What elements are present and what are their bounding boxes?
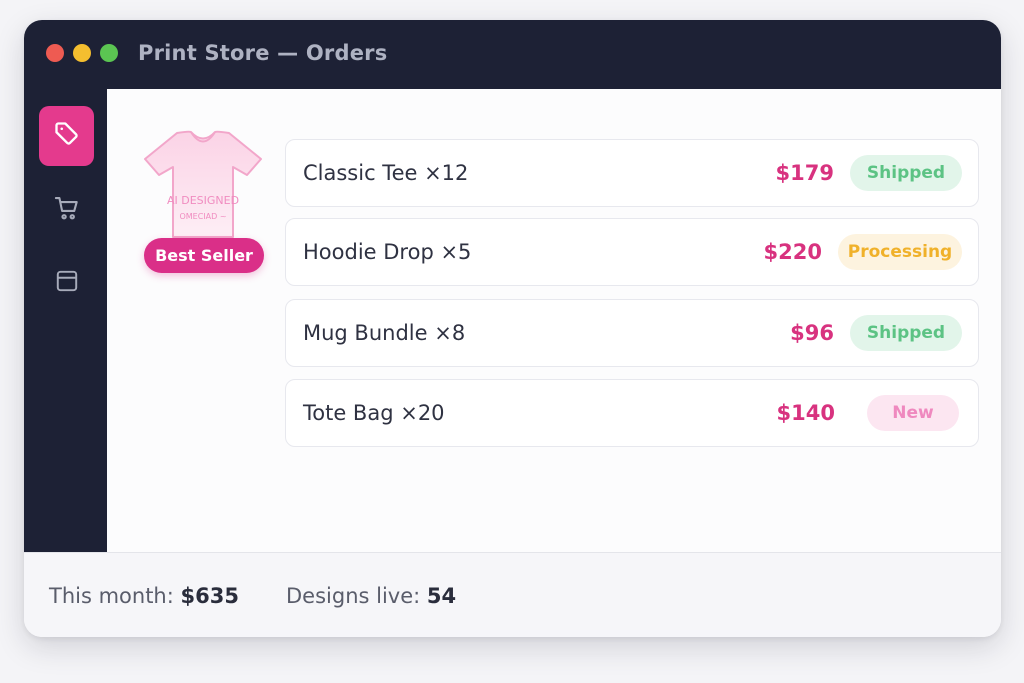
order-row[interactable]: Hoodie Drop ×5 $220 Processing <box>285 218 979 286</box>
designs-live-stat: Designs live: 54 <box>286 584 456 608</box>
order-row[interactable]: Tote Bag ×20 $140 New <box>285 379 979 447</box>
monthly-revenue-label: This month: <box>49 584 174 608</box>
designs-live-value: 54 <box>426 584 457 608</box>
window-title: Print Store — Orders <box>138 41 388 65</box>
designs-live-label: Designs live: <box>286 584 421 608</box>
shirt-print-text: AI DESIGNED <box>166 194 240 207</box>
status-badge: Shipped <box>850 155 962 191</box>
order-price: $179 <box>775 161 834 185</box>
status-badge: New <box>867 395 959 431</box>
monthly-revenue-value: $635 <box>180 584 239 608</box>
tag-icon <box>53 120 81 152</box>
order-item-label: Hoodie Drop ×5 <box>303 240 472 264</box>
order-price: $140 <box>776 401 835 425</box>
sidebar <box>24 89 107 552</box>
status-badge: Processing <box>838 234 962 270</box>
sidebar-item-tags[interactable] <box>39 106 94 166</box>
order-price: $220 <box>763 240 822 264</box>
cart-icon <box>53 194 81 226</box>
status-footer: This month: $635 Designs live: 54 <box>24 552 1001 637</box>
order-price: $96 <box>790 321 834 345</box>
close-window-button[interactable] <box>46 44 64 62</box>
order-row[interactable]: Mug Bundle ×8 $96 Shipped <box>285 299 979 367</box>
order-item-label: Tote Bag ×20 <box>303 401 445 425</box>
minimize-window-button[interactable] <box>73 44 91 62</box>
order-item-label: Classic Tee ×12 <box>303 161 469 185</box>
maximize-window-button[interactable] <box>100 44 118 62</box>
shirt-print-subtext: OMECIAD ~ <box>179 212 227 221</box>
tshirt-image <box>144 130 262 238</box>
sidebar-item-cart[interactable] <box>39 180 94 240</box>
title-bar: Print Store — Orders <box>24 20 1001 89</box>
order-item-label: Mug Bundle ×8 <box>303 321 466 345</box>
sidebar-item-layout[interactable] <box>39 253 94 313</box>
best-seller-badge: Best Seller <box>144 238 264 273</box>
monthly-revenue-stat: This month: $635 <box>49 584 239 608</box>
app-window: Print Store — Orders AI DESIGNED OMECIAD… <box>24 20 1001 637</box>
layout-icon <box>54 268 80 298</box>
order-row[interactable]: Classic Tee ×12 $179 Shipped <box>285 139 979 207</box>
status-badge: Shipped <box>850 315 962 351</box>
main-content: AI DESIGNED OMECIAD ~ Best Seller Classi… <box>107 89 1001 552</box>
